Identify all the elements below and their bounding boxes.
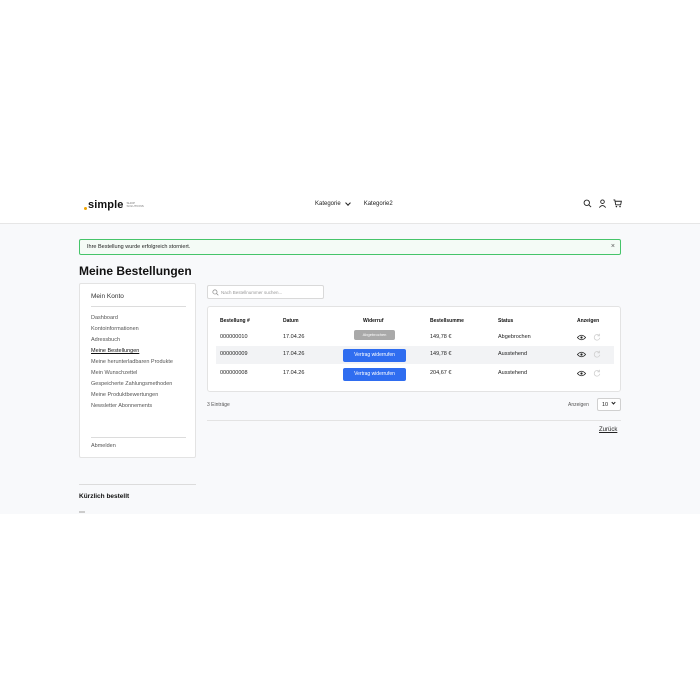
logo-dot xyxy=(84,207,87,210)
nav-item-kategorie[interactable]: Kategorie xyxy=(315,200,351,207)
withdraw-contract-button[interactable]: Vertrag widerrufen xyxy=(343,349,406,362)
order-status: Ausstehend xyxy=(498,370,528,376)
site-header: simple Shop Solutions Kategorie Kategori… xyxy=(0,190,700,224)
table-row: 000000009 17.04.26 Vertrag widerrufen 14… xyxy=(216,346,614,364)
order-number: 000000008 xyxy=(220,370,248,376)
sidebar-menu: Dashboard Kontoinformationen Adressbuch … xyxy=(91,315,191,414)
eye-icon[interactable] xyxy=(577,334,586,341)
user-icon[interactable] xyxy=(598,199,607,208)
order-number: 000000010 xyxy=(220,334,248,340)
column-header-order: Bestellung # xyxy=(220,318,250,324)
sidebar-item-kontoinformationen[interactable]: Kontoinformationen xyxy=(91,326,191,333)
sidebar-divider xyxy=(91,306,186,307)
sidebar-divider xyxy=(91,437,186,438)
table-divider xyxy=(207,420,621,421)
search-icon[interactable] xyxy=(583,199,592,208)
main-nav: Kategorie Kategorie2 xyxy=(315,200,393,207)
account-sidebar: Mein Konto Dashboard Kontoinformationen … xyxy=(79,283,196,458)
logo[interactable]: simple Shop Solutions xyxy=(84,199,148,211)
eye-icon[interactable] xyxy=(577,351,586,358)
table-row: 000000008 17.04.26 Vertrag widerrufen 20… xyxy=(216,365,614,383)
nav-item-label: Kategorie xyxy=(315,201,341,207)
order-status: Ausstehend xyxy=(498,351,528,357)
sidebar-title: Mein Konto xyxy=(91,293,124,300)
order-total: 149,78 € xyxy=(430,351,452,357)
sidebar-item-newsletter[interactable]: Newsletter Abonnements xyxy=(91,403,191,410)
order-total: 204,67 € xyxy=(430,370,452,376)
withdraw-contract-button[interactable]: Vertrag widerrufen xyxy=(343,368,406,381)
back-link[interactable]: Zurück xyxy=(599,427,617,433)
column-header-date: Datum xyxy=(283,318,299,324)
order-number: 000000009 xyxy=(220,351,248,357)
column-header-withdraw: Widerruf xyxy=(363,318,384,324)
sidebar-item-produktbewertungen[interactable]: Meine Produktbewertungen xyxy=(91,392,191,399)
search-placeholder: Nach Bestellnummer suchen... xyxy=(221,290,283,295)
nav-item-label: Kategorie2 xyxy=(363,201,393,207)
sidebar-item-dashboard[interactable]: Dashboard xyxy=(91,315,191,322)
table-row: 000000010 17.04.26 Abgebrochen 149,78 € … xyxy=(216,328,614,346)
recent-placeholder xyxy=(79,511,85,513)
logo-wordmark: simple xyxy=(88,199,124,211)
withdraw-disabled-badge: Abgebrochen xyxy=(354,330,395,340)
sidebar-item-zahlungsmethoden[interactable]: Gespeicherte Zahlungsmethoden xyxy=(91,381,191,388)
order-search-input[interactable]: Nach Bestellnummer suchen... xyxy=(207,285,324,299)
page-size-select[interactable]: 10 xyxy=(597,398,621,411)
cart-icon[interactable] xyxy=(613,199,622,208)
reorder-icon xyxy=(593,333,601,341)
success-alert: Ihre Bestellung wurde erfolgreich storni… xyxy=(79,239,621,255)
sidebar-item-abmelden[interactable]: Abmelden xyxy=(91,443,116,449)
reorder-icon xyxy=(593,369,601,377)
account-content: Ihre Bestellung wurde erfolgreich storni… xyxy=(0,224,700,514)
column-header-total: Bestellsumme xyxy=(430,318,464,324)
chevron-down-icon xyxy=(344,200,351,206)
alert-message: Ihre Bestellung wurde erfolgreich storni… xyxy=(87,244,191,250)
sidebar-item-meine-bestellungen[interactable]: Meine Bestellungen xyxy=(91,348,191,355)
recent-divider xyxy=(79,484,196,485)
page: simple Shop Solutions Kategorie Kategori… xyxy=(0,0,700,700)
order-date: 17.04.26 xyxy=(283,370,305,376)
nav-item-kategorie2[interactable]: Kategorie2 xyxy=(364,201,393,207)
entries-count: 3 Einträge xyxy=(207,402,230,408)
column-header-status: Status xyxy=(498,318,514,324)
chevron-down-icon xyxy=(611,400,616,405)
orders-table: Bestellung # Datum Widerruf Bestellsumme… xyxy=(207,306,621,392)
recent-orders-title: Kürzlich bestellt xyxy=(79,493,130,500)
sidebar-item-adressbuch[interactable]: Adressbuch xyxy=(91,337,191,344)
page-size-label: Anzeigen xyxy=(568,402,589,408)
header-icons xyxy=(583,199,622,208)
close-icon[interactable]: × xyxy=(611,243,615,250)
page-size-value: 10 xyxy=(602,402,609,408)
order-total: 149,78 € xyxy=(430,334,452,340)
order-status: Abgebrochen xyxy=(498,334,531,340)
sidebar-item-downloads[interactable]: Meine herunterladbaren Produkte xyxy=(91,359,191,366)
order-date: 17.04.26 xyxy=(283,351,305,357)
eye-icon[interactable] xyxy=(577,370,586,377)
search-icon xyxy=(212,289,219,296)
reorder-icon xyxy=(593,350,601,358)
sidebar-item-wunschzettel[interactable]: Mein Wunschzettel xyxy=(91,370,191,377)
logo-subtitle: Shop Solutions xyxy=(126,200,144,208)
page-title: Meine Bestellungen xyxy=(79,264,192,278)
order-date: 17.04.26 xyxy=(283,334,305,340)
column-header-show: Anzeigen xyxy=(577,318,600,324)
